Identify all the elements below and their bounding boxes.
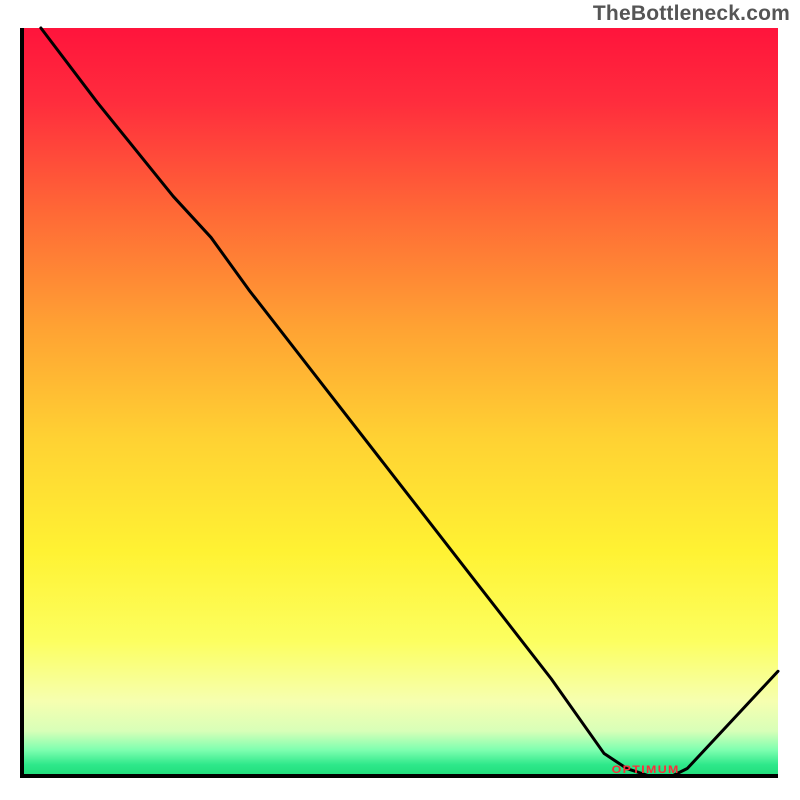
- optimum-label: OPTIMUM: [612, 764, 680, 776]
- gradient-background: [22, 28, 778, 776]
- bottleneck-chart: OPTIMUM: [0, 0, 800, 800]
- chart-canvas: TheBottleneck.com OPTIMUM: [0, 0, 800, 800]
